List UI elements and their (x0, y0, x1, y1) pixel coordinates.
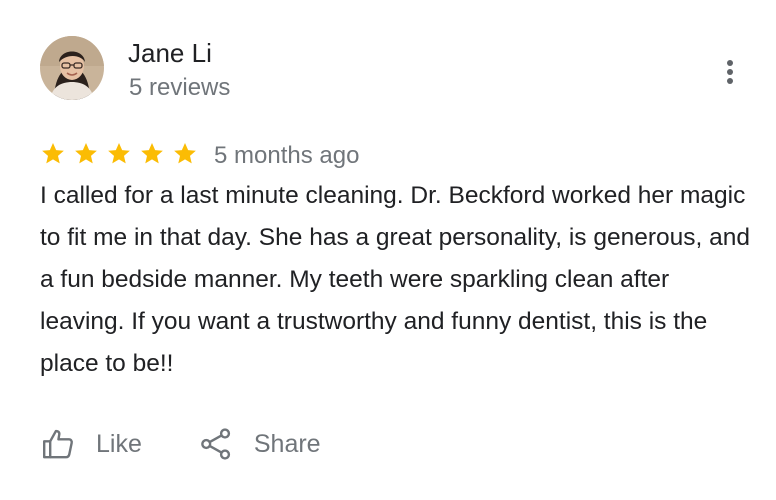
thumbs-up-icon (43, 429, 73, 459)
share-button[interactable]: Share (198, 426, 321, 462)
more-vertical-icon (727, 60, 733, 66)
author-name[interactable]: Jane Li (128, 36, 212, 70)
more-vertical-icon-dot (727, 69, 733, 75)
like-label: Like (96, 429, 142, 458)
star-icon (42, 142, 64, 164)
star-icon (174, 142, 196, 164)
author-avatar[interactable] (40, 36, 104, 100)
share-label: Share (253, 429, 321, 458)
star-icon (141, 142, 163, 164)
star-rating (40, 141, 205, 167)
star-icon (108, 142, 130, 164)
share-icon (201, 428, 230, 460)
more-options-button[interactable] (712, 52, 748, 92)
star-icon (75, 142, 97, 164)
like-button[interactable]: Like (40, 426, 142, 462)
rating-row: 5 months ago (40, 137, 359, 171)
review-text: I called for a last minute cleaning. Dr.… (40, 182, 751, 377)
review-date: 5 months ago (214, 142, 360, 169)
review-card: Jane Li 5 reviews 5 months ago I called … (0, 0, 776, 500)
author-review-count[interactable]: 5 reviews (129, 72, 230, 104)
more-vertical-icon-dot (727, 78, 733, 84)
review-actions: Like Share (40, 422, 321, 466)
